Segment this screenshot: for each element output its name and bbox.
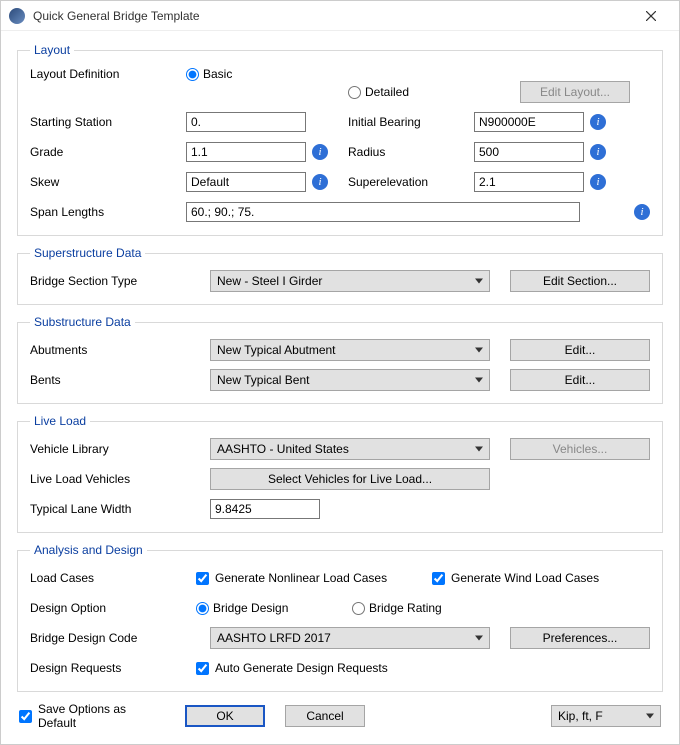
analysis-legend: Analysis and Design: [30, 543, 147, 557]
bridge-rating-radio-label: Bridge Rating: [369, 601, 442, 615]
starting-station-input[interactable]: [186, 112, 306, 132]
save-default-label: Save Options as Default: [38, 702, 165, 730]
auto-generate-checkbox[interactable]: Auto Generate Design Requests: [196, 661, 650, 675]
titlebar: Quick General Bridge Template: [1, 1, 679, 31]
bents-select[interactable]: New Typical Bent: [210, 369, 490, 391]
layout-group: Layout Layout Definition Basic Detailed …: [17, 43, 663, 236]
auto-generate-input[interactable]: [196, 662, 209, 675]
save-default-checkbox[interactable]: Save Options as Default: [19, 702, 165, 730]
superelevation-label: Superelevation: [348, 175, 468, 189]
preferences-button[interactable]: Preferences...: [510, 627, 650, 649]
chevron-down-icon: [475, 378, 483, 383]
chevron-down-icon: [475, 348, 483, 353]
bridge-design-code-select[interactable]: AASHTO LRFD 2017: [210, 627, 490, 649]
abutments-value: New Typical Abutment: [217, 343, 336, 357]
info-icon[interactable]: i: [312, 174, 328, 190]
detailed-radio-label: Detailed: [365, 85, 409, 99]
gen-wind-input[interactable]: [432, 572, 445, 585]
bridge-rating-radio[interactable]: Bridge Rating: [352, 601, 650, 615]
grade-label: Grade: [30, 145, 180, 159]
abutments-select[interactable]: New Typical Abutment: [210, 339, 490, 361]
bridge-section-type-label: Bridge Section Type: [30, 274, 190, 288]
skew-input[interactable]: [186, 172, 306, 192]
analysis-group: Analysis and Design Load Cases Generate …: [17, 543, 663, 692]
save-default-input[interactable]: [19, 710, 32, 723]
units-value: Kip, ft, F: [558, 709, 603, 723]
ok-button[interactable]: OK: [185, 705, 265, 727]
gen-nonlinear-input[interactable]: [196, 572, 209, 585]
footer: Save Options as Default OK Cancel Kip, f…: [17, 702, 663, 730]
cancel-button[interactable]: Cancel: [285, 705, 365, 727]
span-lengths-input[interactable]: [186, 202, 580, 222]
detailed-radio[interactable]: Detailed: [348, 85, 409, 99]
bridge-section-type-select[interactable]: New - Steel I Girder: [210, 270, 490, 292]
layout-definition-label: Layout Definition: [30, 67, 180, 81]
basic-radio[interactable]: Basic: [186, 67, 306, 81]
units-select[interactable]: Kip, ft, F: [551, 705, 661, 727]
grade-input[interactable]: [186, 142, 306, 162]
info-icon[interactable]: i: [590, 114, 606, 130]
dialog-window: Quick General Bridge Template Layout Lay…: [0, 0, 680, 745]
close-button[interactable]: [631, 2, 671, 30]
superstructure-legend: Superstructure Data: [30, 246, 145, 260]
chevron-down-icon: [475, 636, 483, 641]
bents-label: Bents: [30, 373, 190, 387]
basic-radio-input[interactable]: [186, 68, 199, 81]
radius-label: Radius: [348, 145, 468, 159]
bridge-design-radio-label: Bridge Design: [213, 601, 288, 615]
bridge-rating-radio-input[interactable]: [352, 602, 365, 615]
bridge-design-code-label: Bridge Design Code: [30, 631, 190, 645]
detailed-radio-input[interactable]: [348, 86, 361, 99]
edit-bents-button[interactable]: Edit...: [510, 369, 650, 391]
vehicles-button[interactable]: Vehicles...: [510, 438, 650, 460]
design-requests-label: Design Requests: [30, 661, 190, 675]
basic-radio-label: Basic: [203, 67, 232, 81]
gen-nonlinear-label: Generate Nonlinear Load Cases: [215, 571, 387, 585]
vehicle-library-select[interactable]: AASHTO - United States: [210, 438, 490, 460]
auto-generate-label: Auto Generate Design Requests: [215, 661, 388, 675]
vehicle-library-label: Vehicle Library: [30, 442, 190, 456]
abutments-label: Abutments: [30, 343, 190, 357]
chevron-down-icon: [475, 447, 483, 452]
substructure-legend: Substructure Data: [30, 315, 135, 329]
substructure-group: Substructure Data Abutments New Typical …: [17, 315, 663, 404]
live-load-group: Live Load Vehicle Library AASHTO - Unite…: [17, 414, 663, 533]
bridge-design-radio[interactable]: Bridge Design: [196, 601, 346, 615]
bridge-design-radio-input[interactable]: [196, 602, 209, 615]
layout-legend: Layout: [30, 43, 74, 57]
info-icon[interactable]: i: [634, 204, 650, 220]
load-cases-label: Load Cases: [30, 571, 190, 585]
gen-wind-checkbox[interactable]: Generate Wind Load Cases: [432, 571, 650, 585]
vehicle-library-value: AASHTO - United States: [217, 442, 349, 456]
edit-section-button[interactable]: Edit Section...: [510, 270, 650, 292]
close-icon: [646, 11, 656, 21]
typical-lane-width-label: Typical Lane Width: [30, 502, 190, 516]
initial-bearing-label: Initial Bearing: [348, 115, 468, 129]
select-vehicles-button[interactable]: Select Vehicles for Live Load...: [210, 468, 490, 490]
span-lengths-label: Span Lengths: [30, 205, 180, 219]
superstructure-group: Superstructure Data Bridge Section Type …: [17, 246, 663, 305]
initial-bearing-input[interactable]: [474, 112, 584, 132]
info-icon[interactable]: i: [590, 144, 606, 160]
superelevation-input[interactable]: [474, 172, 584, 192]
chevron-down-icon: [475, 279, 483, 284]
live-load-legend: Live Load: [30, 414, 90, 428]
typical-lane-width-input[interactable]: [210, 499, 320, 519]
bents-value: New Typical Bent: [217, 373, 310, 387]
live-load-vehicles-label: Live Load Vehicles: [30, 472, 190, 486]
starting-station-label: Starting Station: [30, 115, 180, 129]
edit-layout-button[interactable]: Edit Layout...: [520, 81, 630, 103]
window-title: Quick General Bridge Template: [33, 9, 631, 23]
app-icon: [9, 8, 25, 24]
bridge-section-type-value: New - Steel I Girder: [217, 274, 322, 288]
skew-label: Skew: [30, 175, 180, 189]
info-icon[interactable]: i: [590, 174, 606, 190]
radius-input[interactable]: [474, 142, 584, 162]
design-option-label: Design Option: [30, 601, 190, 615]
gen-nonlinear-checkbox[interactable]: Generate Nonlinear Load Cases: [196, 571, 426, 585]
bridge-design-code-value: AASHTO LRFD 2017: [217, 631, 331, 645]
edit-abutments-button[interactable]: Edit...: [510, 339, 650, 361]
info-icon[interactable]: i: [312, 144, 328, 160]
gen-wind-label: Generate Wind Load Cases: [451, 571, 599, 585]
